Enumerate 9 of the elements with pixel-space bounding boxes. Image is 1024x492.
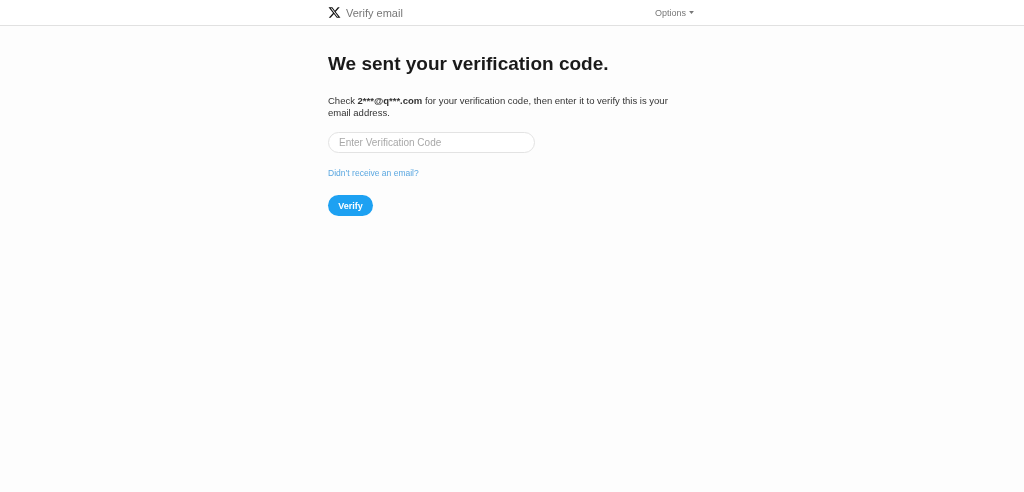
caret-icon <box>689 11 694 14</box>
instruction-text: Check 2***@q***.com for your verification code, then enter it to verify this is your email address. <box>328 95 669 119</box>
x-logo-icon[interactable] <box>328 6 341 19</box>
verification-code-field[interactable]: Enter Verification Code <box>328 132 535 153</box>
resend-email-link[interactable]: Didn’t receive an email? <box>328 168 419 178</box>
page-title: Verify email <box>346 6 403 19</box>
options-menu[interactable]: Options <box>652 7 696 18</box>
heading: We sent your verification code. <box>328 53 609 75</box>
verify-button[interactable]: Verify <box>328 195 373 216</box>
